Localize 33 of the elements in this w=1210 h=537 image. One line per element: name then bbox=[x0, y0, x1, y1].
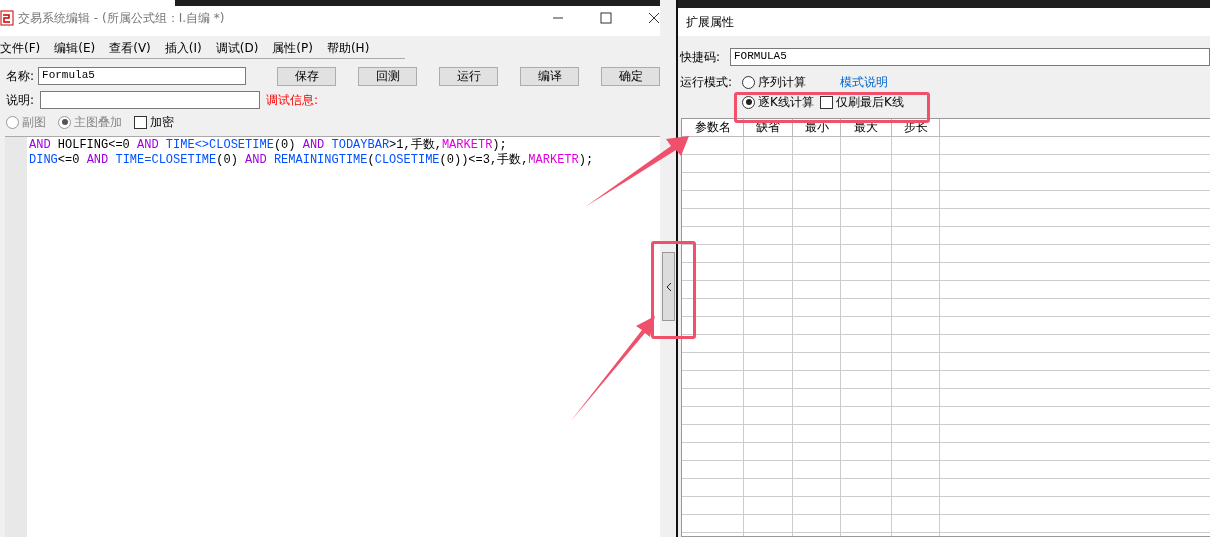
toolbar-button[interactable]: 编译 bbox=[520, 66, 579, 86]
name-field[interactable]: Formula5 bbox=[38, 67, 246, 85]
code-line: AND HOLFING<=0 AND TIME<>CLOSETIME(0) AND TODAYBAR>1,手数,MARKETR); bbox=[29, 138, 508, 153]
toolbar-button[interactable]: 确定 bbox=[601, 66, 660, 86]
checkbox-option[interactable]: 仅刷最后K线 bbox=[819, 93, 904, 111]
code-editor[interactable]: AND HOLFING<=0 AND TIME<>CLOSETIME(0) AND TODAYBAR>1,手数,MARKETR); DING<=0 AND TIME=CLOSETIME(0) AND REMAININGTIME(CLOSETIME(0))<=3,手数,MARKETR); bbox=[5, 136, 660, 537]
radio-option[interactable]: 逐K线计算 bbox=[742, 93, 814, 111]
chevron-left-icon bbox=[665, 281, 672, 292]
panel-title: 扩展属性 bbox=[678, 8, 1210, 36]
checkbox-option[interactable]: 加密 bbox=[134, 113, 174, 131]
radio-option[interactable]: 序列计算 bbox=[742, 73, 806, 91]
mode-help-link[interactable]: 模式说明 bbox=[840, 73, 888, 91]
description-field[interactable] bbox=[40, 91, 260, 109]
menu-item[interactable]: 查看(V) bbox=[109, 39, 151, 57]
run-mode-label: 运行模式: bbox=[680, 73, 734, 91]
toolbar-button[interactable]: 回测 bbox=[358, 66, 417, 86]
menu-item[interactable]: 帮助(H) bbox=[326, 39, 370, 57]
close-icon[interactable] bbox=[648, 12, 660, 24]
menu-item[interactable]: 编辑(E) bbox=[54, 39, 96, 57]
description-label: 说明: bbox=[6, 91, 36, 109]
name-label: 名称: bbox=[6, 67, 36, 85]
shortcut-label: 快捷码: bbox=[680, 48, 722, 66]
toolbar-button[interactable]: 保存 bbox=[277, 66, 336, 86]
menu-item[interactable]: 文件(F) bbox=[0, 39, 41, 57]
toolbar-button[interactable]: 运行 bbox=[439, 66, 498, 86]
maximize-icon[interactable] bbox=[600, 12, 612, 24]
code-line: DING<=0 AND TIME=CLOSETIME(0) AND REMAININGTIME(CLOSETIME(0))<=3,手数,MARKETR); bbox=[29, 153, 594, 168]
menu-item[interactable]: 插入(I) bbox=[164, 39, 202, 57]
menu-item[interactable]: 调试(D) bbox=[215, 39, 259, 57]
window-title: 交易系统编辑 - (所属公式组：I.自编 *) bbox=[18, 9, 225, 27]
shortcut-field[interactable]: FORMULA5 bbox=[730, 48, 1210, 66]
menu-item[interactable]: 属性(P) bbox=[272, 39, 313, 57]
debug-info-label: 调试信息: bbox=[266, 91, 319, 109]
